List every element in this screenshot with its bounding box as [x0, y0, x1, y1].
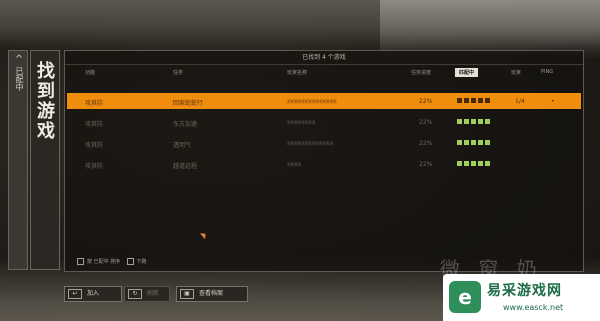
- row-mission: 回家蛇蛇行: [173, 100, 204, 107]
- star-icon: [478, 98, 483, 103]
- row-mission: 东方加速: [173, 121, 198, 128]
- legend-next-label: 下跑: [136, 259, 147, 265]
- star-icon: [478, 119, 483, 124]
- row-function: 攻其防: [85, 100, 104, 107]
- star-icon: [464, 140, 469, 145]
- row-player-name: xxxx: [287, 161, 302, 168]
- rating-stars: [457, 161, 492, 168]
- legend-sort-label: 按 已配中 排序: [87, 259, 121, 265]
- star-icon: [457, 161, 462, 166]
- star-icon: [464, 119, 469, 124]
- row-ping: •: [551, 98, 555, 105]
- key-icon: [77, 258, 84, 265]
- row-players: 1/4: [515, 98, 525, 105]
- star-icon: [457, 119, 462, 124]
- rating-stars: [457, 140, 492, 147]
- key-icon: ↻: [128, 289, 142, 299]
- title-panel: 找到游戏: [30, 50, 60, 270]
- star-icon: [485, 119, 490, 124]
- join-button[interactable]: ↩ 加入: [64, 286, 122, 302]
- view-profile-button[interactable]: ▣ 查看档案: [176, 286, 248, 302]
- enter-key-icon: ↩: [68, 289, 82, 299]
- star-icon: [457, 140, 462, 145]
- profile-key-icon: ▣: [180, 289, 194, 299]
- star-icon: [485, 98, 490, 103]
- row-player-name: xxxxxxxxxxxxxx: [287, 98, 337, 105]
- rating-stars: [457, 98, 492, 105]
- row-function: 攻其防: [85, 121, 104, 128]
- row-function: 攻其防: [85, 142, 104, 149]
- column-header-player-name[interactable]: 玩家名称: [287, 69, 307, 76]
- star-icon: [464, 98, 469, 103]
- row-player-name: xxxxxxxxxxxxx: [287, 140, 334, 147]
- star-icon: [471, 119, 476, 124]
- star-icon: [478, 140, 483, 145]
- view-profile-button-label: 查看档案: [199, 290, 224, 297]
- star-icon: [464, 161, 469, 166]
- column-header-mission[interactable]: 任务: [173, 69, 183, 76]
- row-function: 攻其防: [85, 163, 104, 170]
- page-title: 找到游戏: [34, 61, 55, 141]
- game-list-panel: 已找到 4 个游戏 功能 任务 玩家名称 任务进度 匹配中 玩家 PING 攻其…: [64, 50, 584, 272]
- chevron-up-icon: ^: [14, 54, 24, 65]
- star-icon: [457, 98, 462, 103]
- site-watermark: e 易采游戏网 www.easck.net: [443, 274, 600, 321]
- star-icon: [471, 98, 476, 103]
- row-progress: 22%: [419, 140, 433, 147]
- row-player-name: xxxxxxxx: [287, 119, 316, 126]
- site-name: 易采游戏网: [487, 283, 562, 299]
- row-mission: 透明气: [173, 142, 192, 149]
- rating-stars: [457, 119, 492, 126]
- column-headers: 功能 任务 玩家名称 任务进度 匹配中 玩家 PING: [65, 65, 583, 79]
- side-tab-matching[interactable]: ^ 已配中: [8, 50, 28, 270]
- join-button-label: 加入: [87, 290, 100, 297]
- game-row[interactable]: 攻其防 透明气 xxxxxxxxxxxxx 22%: [67, 135, 581, 151]
- star-icon: [485, 161, 490, 166]
- game-row[interactable]: 攻其防 回家蛇蛇行 xxxxxxxxxxxxxx 22% 1/4 •: [67, 93, 581, 109]
- row-progress: 22%: [419, 119, 433, 126]
- column-header-progress[interactable]: 任务进度: [411, 69, 431, 76]
- refresh-button-label: 刷新: [147, 290, 160, 297]
- star-icon: [485, 140, 490, 145]
- site-logo-icon: e: [449, 281, 481, 313]
- panel-header: 已找到 4 个游戏: [65, 51, 583, 65]
- site-url: www.easck.net: [503, 303, 564, 312]
- column-header-ping[interactable]: PING: [541, 69, 553, 75]
- star-icon: [478, 161, 483, 166]
- row-progress: 22%: [419, 98, 433, 105]
- column-header-function[interactable]: 功能: [85, 69, 95, 76]
- star-icon: [471, 161, 476, 166]
- row-progress: 22%: [419, 161, 433, 168]
- row-mission: 越道远程: [173, 163, 198, 170]
- star-icon: [471, 140, 476, 145]
- key-legend: 按 已配中 排序 下跑: [77, 258, 147, 265]
- game-row[interactable]: 攻其防 越道远程 xxxx 22%: [67, 156, 581, 172]
- refresh-button[interactable]: ↻ 刷新: [124, 286, 170, 302]
- side-tab-label: 已配中: [15, 67, 24, 91]
- game-row[interactable]: 攻其防 东方加速 xxxxxxxx 22%: [67, 114, 581, 130]
- column-header-players[interactable]: 玩家: [511, 69, 521, 76]
- key-icon: [126, 258, 134, 265]
- column-header-matching[interactable]: 匹配中: [455, 68, 479, 77]
